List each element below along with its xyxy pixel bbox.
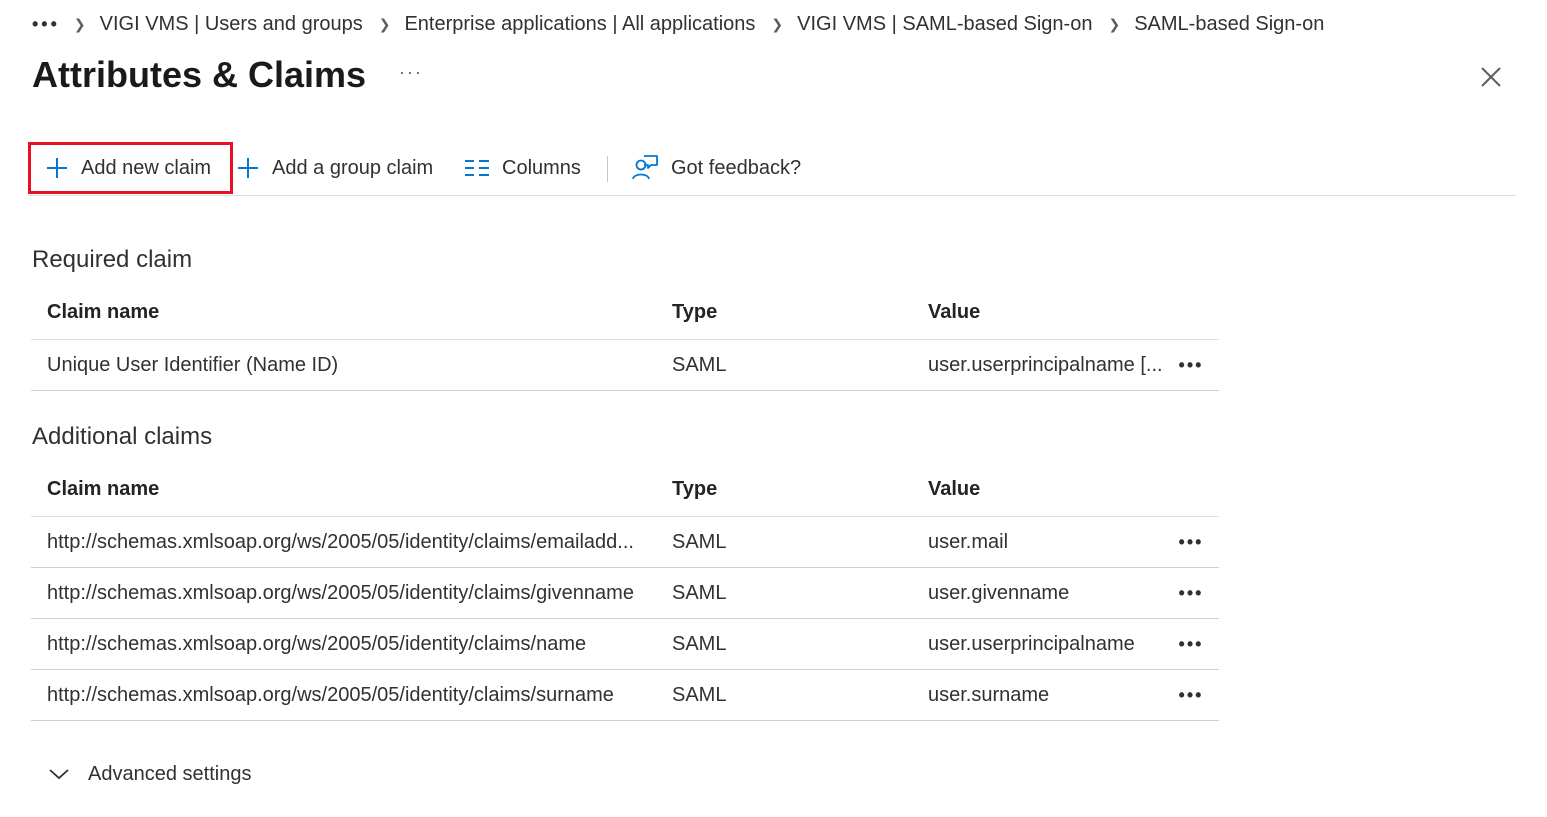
columns-button[interactable]: Columns xyxy=(464,142,581,194)
additional-claims-table: Claim name Type Value http://schemas.xml… xyxy=(31,463,1219,721)
breadcrumb-saml-sign-on[interactable]: VIGI VMS | SAML-based Sign-on xyxy=(797,13,1092,36)
close-button[interactable] xyxy=(1478,64,1504,90)
claim-name-cell: http://schemas.xmlsoap.org/ws/2005/05/id… xyxy=(47,683,614,706)
claim-name-cell: http://schemas.xmlsoap.org/ws/2005/05/id… xyxy=(47,632,587,655)
breadcrumb-current-page[interactable]: SAML-based Sign-on xyxy=(1134,13,1324,36)
columns-icon xyxy=(465,160,489,176)
add-new-claim-button[interactable]: Add new claim xyxy=(28,142,233,194)
breadcrumb-enterprise-applications[interactable]: Enterprise applications | All applicatio… xyxy=(404,13,755,36)
advanced-settings-toggle[interactable]: Advanced settings xyxy=(48,760,251,788)
chevron-right-icon: ❯ xyxy=(73,15,86,32)
claim-name-cell: http://schemas.xmlsoap.org/ws/2005/05/id… xyxy=(47,581,634,604)
title-more-button[interactable]: ··· xyxy=(399,62,423,83)
column-header-value[interactable]: Value xyxy=(928,463,1168,516)
table-header-row: Claim name Type Value xyxy=(31,463,1219,517)
page-title: Attributes & Claims xyxy=(32,54,367,95)
feedback-button[interactable]: Got feedback? xyxy=(631,142,801,194)
column-header-type[interactable]: Type xyxy=(672,286,912,339)
advanced-settings-label: Advanced settings xyxy=(88,762,252,785)
add-new-claim-label: Add new claim xyxy=(81,156,212,179)
table-row[interactable]: http://schemas.xmlsoap.org/ws/2005/05/id… xyxy=(31,619,1219,670)
close-icon xyxy=(1481,67,1501,87)
claim-type-cell: SAML xyxy=(672,632,727,655)
chevron-down-icon xyxy=(49,769,69,780)
plus-icon xyxy=(47,158,67,178)
row-more-button[interactable]: ••• xyxy=(1171,670,1211,720)
plus-icon xyxy=(238,158,258,178)
claim-value-cell: user.userprincipalname xyxy=(928,632,1135,655)
column-header-value[interactable]: Value xyxy=(928,286,1168,339)
chevron-right-icon: ❯ xyxy=(378,15,391,32)
claim-type-cell: SAML xyxy=(672,353,727,376)
additional-claims-heading: Additional claims xyxy=(32,423,213,450)
column-header-claim-name[interactable]: Claim name xyxy=(47,463,667,516)
claim-type-cell: SAML xyxy=(672,581,727,604)
feedback-label: Got feedback? xyxy=(671,156,802,179)
column-header-claim-name[interactable]: Claim name xyxy=(47,286,667,339)
table-row[interactable]: http://schemas.xmlsoap.org/ws/2005/05/id… xyxy=(31,517,1219,568)
table-row[interactable]: http://schemas.xmlsoap.org/ws/2005/05/id… xyxy=(31,568,1219,619)
required-claim-heading: Required claim xyxy=(32,246,193,273)
required-claims-table: Claim name Type Value Unique User Identi… xyxy=(31,286,1219,391)
row-more-button[interactable]: ••• xyxy=(1171,517,1211,567)
feedback-icon xyxy=(632,155,658,180)
row-more-button[interactable]: ••• xyxy=(1171,568,1211,618)
claim-value-cell: user.givenname xyxy=(928,581,1070,604)
claim-type-cell: SAML xyxy=(672,530,727,553)
breadcrumb-users-and-groups[interactable]: VIGI VMS | Users and groups xyxy=(100,13,363,36)
claim-name-cell: http://schemas.xmlsoap.org/ws/2005/05/id… xyxy=(47,530,634,553)
column-header-type[interactable]: Type xyxy=(672,463,912,516)
breadcrumb-more-button[interactable]: ••• xyxy=(32,14,60,35)
row-more-button[interactable]: ••• xyxy=(1171,619,1211,669)
claim-type-cell: SAML xyxy=(672,683,727,706)
columns-label: Columns xyxy=(502,156,581,179)
command-bar: Add new claim Add a group claim Columns … xyxy=(28,142,1516,196)
table-header-row: Claim name Type Value xyxy=(31,286,1219,340)
breadcrumb: ••• ❯ VIGI VMS | Users and groups ❯ Ente… xyxy=(32,10,1340,38)
add-group-claim-label: Add a group claim xyxy=(272,156,434,179)
row-more-button[interactable]: ••• xyxy=(1171,340,1211,390)
toolbar-divider xyxy=(607,156,608,182)
chevron-right-icon: ❯ xyxy=(771,15,784,32)
claim-value-cell: user.mail xyxy=(928,530,1009,553)
add-group-claim-button[interactable]: Add a group claim xyxy=(236,142,433,194)
table-row[interactable]: Unique User Identifier (Name ID) SAML us… xyxy=(31,340,1219,391)
claim-name-cell: Unique User Identifier (Name ID) xyxy=(47,353,339,376)
table-row[interactable]: http://schemas.xmlsoap.org/ws/2005/05/id… xyxy=(31,670,1219,721)
claim-value-cell: user.surname xyxy=(928,683,1050,706)
chevron-right-icon: ❯ xyxy=(1108,15,1121,32)
claim-value-cell: user.userprincipalname [... xyxy=(928,353,1163,376)
